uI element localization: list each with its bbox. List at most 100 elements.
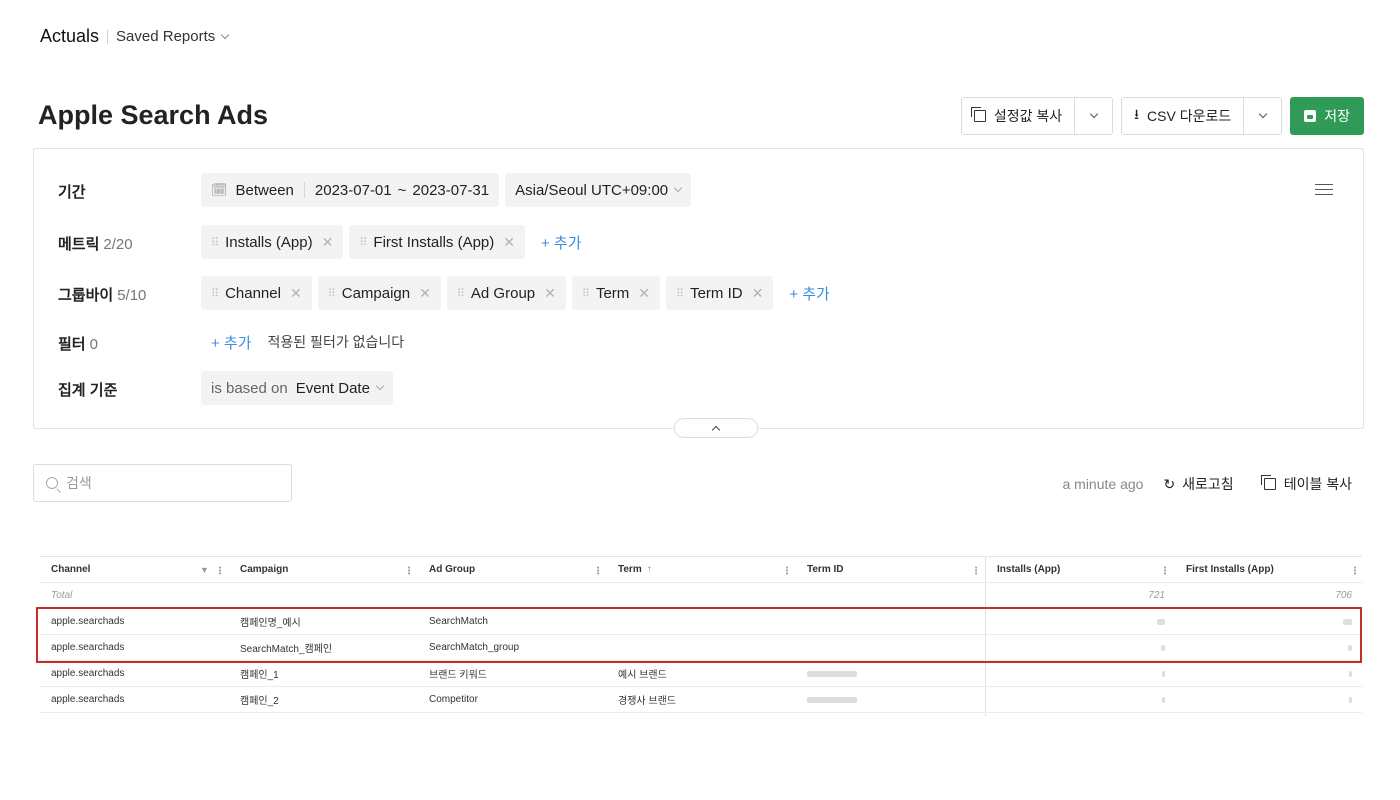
close-icon[interactable]: ✕ [503, 234, 515, 251]
date-mode: Between [235, 181, 294, 199]
table-row[interactable]: apple.searchads 캠페인_1 브랜드 키워드 예시 브랜드 [40, 661, 1362, 687]
groupby-chip-label: Channel [225, 284, 281, 302]
drag-handle-icon[interactable]: ⠿ [328, 287, 336, 300]
drag-handle-icon[interactable]: ⠿ [457, 287, 465, 300]
column-header-label: Campaign [240, 564, 289, 575]
cell-ad-group: 브랜드 키워드 [429, 670, 487, 681]
table-row[interactable]: apple.searchads 캠페인명_예시 SearchMatch [40, 609, 1362, 635]
add-metric-link[interactable]: + 추가 [541, 232, 582, 253]
total-row: Total 721 706 [40, 583, 1362, 609]
drag-handle-icon[interactable]: ⠿ [359, 236, 367, 249]
kebab-menu-icon[interactable]: ⋮ [971, 566, 981, 577]
header-actions: 설정값 복사 ⭳ CSV 다운로드 저장 [960, 97, 1364, 135]
copy-settings-group: 설정값 복사 [960, 97, 1114, 135]
groupby-chip[interactable]: ⠿ Term ✕ [571, 276, 661, 310]
cell-campaign: 캠페인명_예시 [240, 618, 301, 629]
cell-installs-redacted [986, 635, 1175, 660]
copy-settings-label: 설정값 복사 [993, 108, 1063, 124]
copy-table-button[interactable]: 테이블 복사 [1260, 474, 1352, 494]
filter-label: 필터 0 [58, 333, 98, 354]
groupby-chip[interactable]: ⠿ Campaign ✕ [317, 276, 441, 310]
filter-icon[interactable]: ▼ [200, 565, 209, 575]
kebab-menu-icon[interactable]: ⋮ [404, 566, 414, 577]
copy-settings-button[interactable]: 설정값 복사 [962, 98, 1076, 134]
close-icon[interactable]: ✕ [752, 285, 764, 302]
cell-term: 경쟁사 브랜드 [618, 696, 676, 707]
timezone-value: Asia/Seoul UTC+09:00 [515, 181, 669, 199]
close-icon[interactable]: ✕ [638, 285, 650, 302]
refresh-button[interactable]: ↻ 새로고침 [1163, 474, 1233, 494]
date-start: 2023-07-01 [314, 181, 392, 199]
column-header-label: Term ID [807, 564, 844, 575]
csv-download-button[interactable]: ⭳ CSV 다운로드 [1122, 98, 1245, 134]
csv-download-dropdown-button[interactable] [1244, 98, 1281, 134]
save-button[interactable]: 저장 [1290, 97, 1364, 135]
total-first-installs: 706 [1335, 590, 1352, 601]
cell-installs-redacted [986, 661, 1175, 686]
kebab-menu-icon[interactable]: ⋮ [215, 566, 225, 577]
groupby-chip[interactable]: ⠿ Term ID ✕ [666, 276, 774, 310]
column-header-installs[interactable]: Installs (App) [986, 557, 1175, 582]
drag-handle-icon[interactable]: ⠿ [676, 287, 684, 300]
table-row[interactable]: apple.searchads 캠페인_2 Competitor 경쟁사 브랜드 [40, 687, 1362, 713]
divider [303, 182, 305, 198]
period-label: 기간 [58, 181, 86, 202]
floppy-icon [1304, 110, 1317, 122]
aggregation-label-text: 집계 기준 [58, 382, 118, 399]
groupby-label: 그룹바이 5/10 [58, 284, 146, 305]
column-header-label: Channel [51, 564, 91, 575]
cell-first-installs-redacted [1175, 687, 1362, 712]
column-header-term-id[interactable]: Term ID [796, 557, 985, 582]
close-icon[interactable]: ✕ [322, 234, 334, 251]
search-box [33, 464, 292, 502]
add-filter-link[interactable]: + 추가 [211, 332, 252, 353]
drag-handle-icon[interactable]: ⠿ [211, 236, 219, 249]
metric-chip-label: First Installs (App) [373, 233, 495, 251]
saved-reports-dropdown[interactable]: Saved Reports [116, 28, 230, 45]
column-header-term[interactable]: Term ↑ [607, 557, 796, 582]
add-groupby-link[interactable]: + 추가 [789, 283, 830, 304]
total-label: Total [51, 590, 73, 601]
topbar: Actuals Saved Reports [40, 26, 230, 47]
column-header-ad-group[interactable]: Ad Group [418, 557, 607, 582]
groupby-chip[interactable]: ⠿ Ad Group ✕ [446, 276, 566, 310]
metric-chip[interactable]: ⠿ First Installs (App) ✕ [349, 225, 525, 259]
metrics-count: 2/20 [103, 236, 133, 253]
kebab-menu-icon[interactable]: ⋮ [1350, 566, 1360, 577]
column-header-campaign[interactable]: Campaign [229, 557, 418, 582]
close-icon[interactable]: ✕ [419, 285, 431, 302]
timezone-select[interactable]: Asia/Seoul UTC+09:00 [505, 173, 692, 207]
metrics-label: 메트릭 2/20 [58, 233, 133, 254]
date-range-picker[interactable]: 🗓 Between 2023-07-01 ~ 2023-07-31 [201, 173, 500, 207]
drag-handle-icon[interactable]: ⠿ [211, 287, 219, 300]
copy-settings-dropdown-button[interactable] [1075, 98, 1112, 134]
groupby-chip-label: Ad Group [470, 284, 536, 302]
chevron-up-icon [711, 425, 721, 435]
metric-chip-label: Installs (App) [225, 233, 313, 251]
cell-ad-group: Competitor [429, 694, 478, 705]
collapse-panel-button[interactable] [674, 418, 758, 438]
groupby-chip-label: Term ID [690, 284, 743, 302]
chevron-down-icon [1258, 109, 1267, 119]
close-icon[interactable]: ✕ [290, 285, 302, 302]
column-header-first-installs[interactable]: First Installs (App) [1175, 557, 1362, 582]
aggregation-select[interactable]: is based on Event Date [201, 371, 393, 405]
close-icon[interactable]: ✕ [544, 285, 556, 302]
table-row[interactable]: apple.searchads SearchMatch_캠페인 SearchMa… [40, 635, 1362, 661]
chevron-down-icon [673, 183, 683, 193]
drag-handle-icon[interactable]: ⠿ [582, 287, 590, 300]
copy-icon [970, 107, 986, 122]
groupby-chip[interactable]: ⠿ Channel ✕ [201, 276, 312, 310]
kebab-menu-icon[interactable]: ⋮ [782, 566, 792, 577]
kebab-menu-icon[interactable]: ⋮ [1160, 566, 1170, 577]
chevron-down-icon [375, 381, 385, 391]
divider [107, 29, 109, 44]
cell-installs-redacted [986, 609, 1175, 634]
filter-content: + 추가 적용된 필터가 없습니다 [201, 325, 404, 359]
cell-first-installs-redacted [1175, 661, 1362, 686]
search-input[interactable] [66, 475, 266, 491]
kebab-menu-icon[interactable]: ⋮ [593, 566, 603, 577]
settings-sliders-icon[interactable] [1315, 181, 1333, 197]
metric-chip[interactable]: ⠿ Installs (App) ✕ [201, 225, 344, 259]
report-config-panel: 기간 🗓 Between 2023-07-01 ~ 2023-07-31 Asi… [33, 148, 1364, 438]
